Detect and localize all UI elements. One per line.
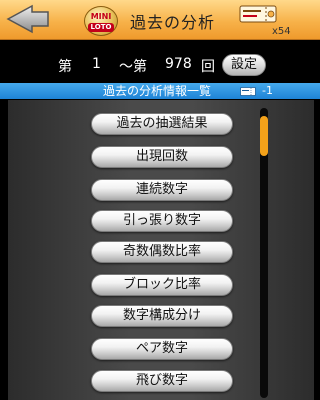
logo-text-bottom: LOTO — [88, 23, 114, 32]
range-separator: ～第 — [119, 59, 147, 75]
section-title: 過去の分析情報一覧 — [103, 84, 212, 98]
menu-button-pair-numbers[interactable]: ペア数字 — [91, 338, 233, 360]
draw-range-bar: 第 1 ～第 978 回 設定 — [0, 41, 320, 83]
app-logo: MINI LOTO — [84, 6, 118, 36]
analysis-menu-list: 過去の抽選結果 出現回数 連続数字 引っ張り数字 奇数偶数比率 ブロック比率 数… — [8, 100, 314, 400]
settings-button[interactable]: 設定 — [222, 54, 266, 76]
ticket-delta: -1 — [262, 84, 273, 97]
ticket-icon — [240, 87, 256, 96]
range-from-value: 1 — [92, 56, 101, 72]
menu-button-skip-numbers[interactable]: 飛び数字 — [91, 370, 233, 392]
range-suffix: 回 — [201, 59, 215, 75]
page-title: 過去の分析 — [130, 13, 216, 32]
section-header: 過去の分析情報一覧 -1 — [0, 83, 320, 99]
menu-button-consecutive-numbers[interactable]: 連続数字 — [91, 179, 233, 201]
menu-button-appearance-count[interactable]: 出現回数 — [91, 146, 233, 168]
scrollbar[interactable] — [260, 108, 268, 398]
range-prefix-from: 第 — [58, 59, 72, 75]
menu-button-odd-even-ratio[interactable]: 奇数偶数比率 — [91, 241, 233, 263]
logo-text-top: MINI — [90, 12, 112, 21]
menu-button-block-ratio[interactable]: ブロック比率 — [91, 274, 233, 296]
ticket-icon — [239, 5, 277, 23]
menu-button-number-composition[interactable]: 数字構成分け — [91, 305, 233, 327]
back-arrow-icon[interactable] — [6, 4, 50, 34]
app-header: MINI LOTO 過去の分析 x54 — [0, 0, 320, 40]
ticket-count: x54 — [272, 26, 291, 37]
menu-button-carryover-numbers[interactable]: 引っ張り数字 — [91, 210, 233, 232]
scrollbar-thumb[interactable] — [260, 116, 268, 156]
menu-button-past-results[interactable]: 過去の抽選結果 — [91, 113, 233, 135]
range-to-value: 978 — [165, 56, 192, 72]
